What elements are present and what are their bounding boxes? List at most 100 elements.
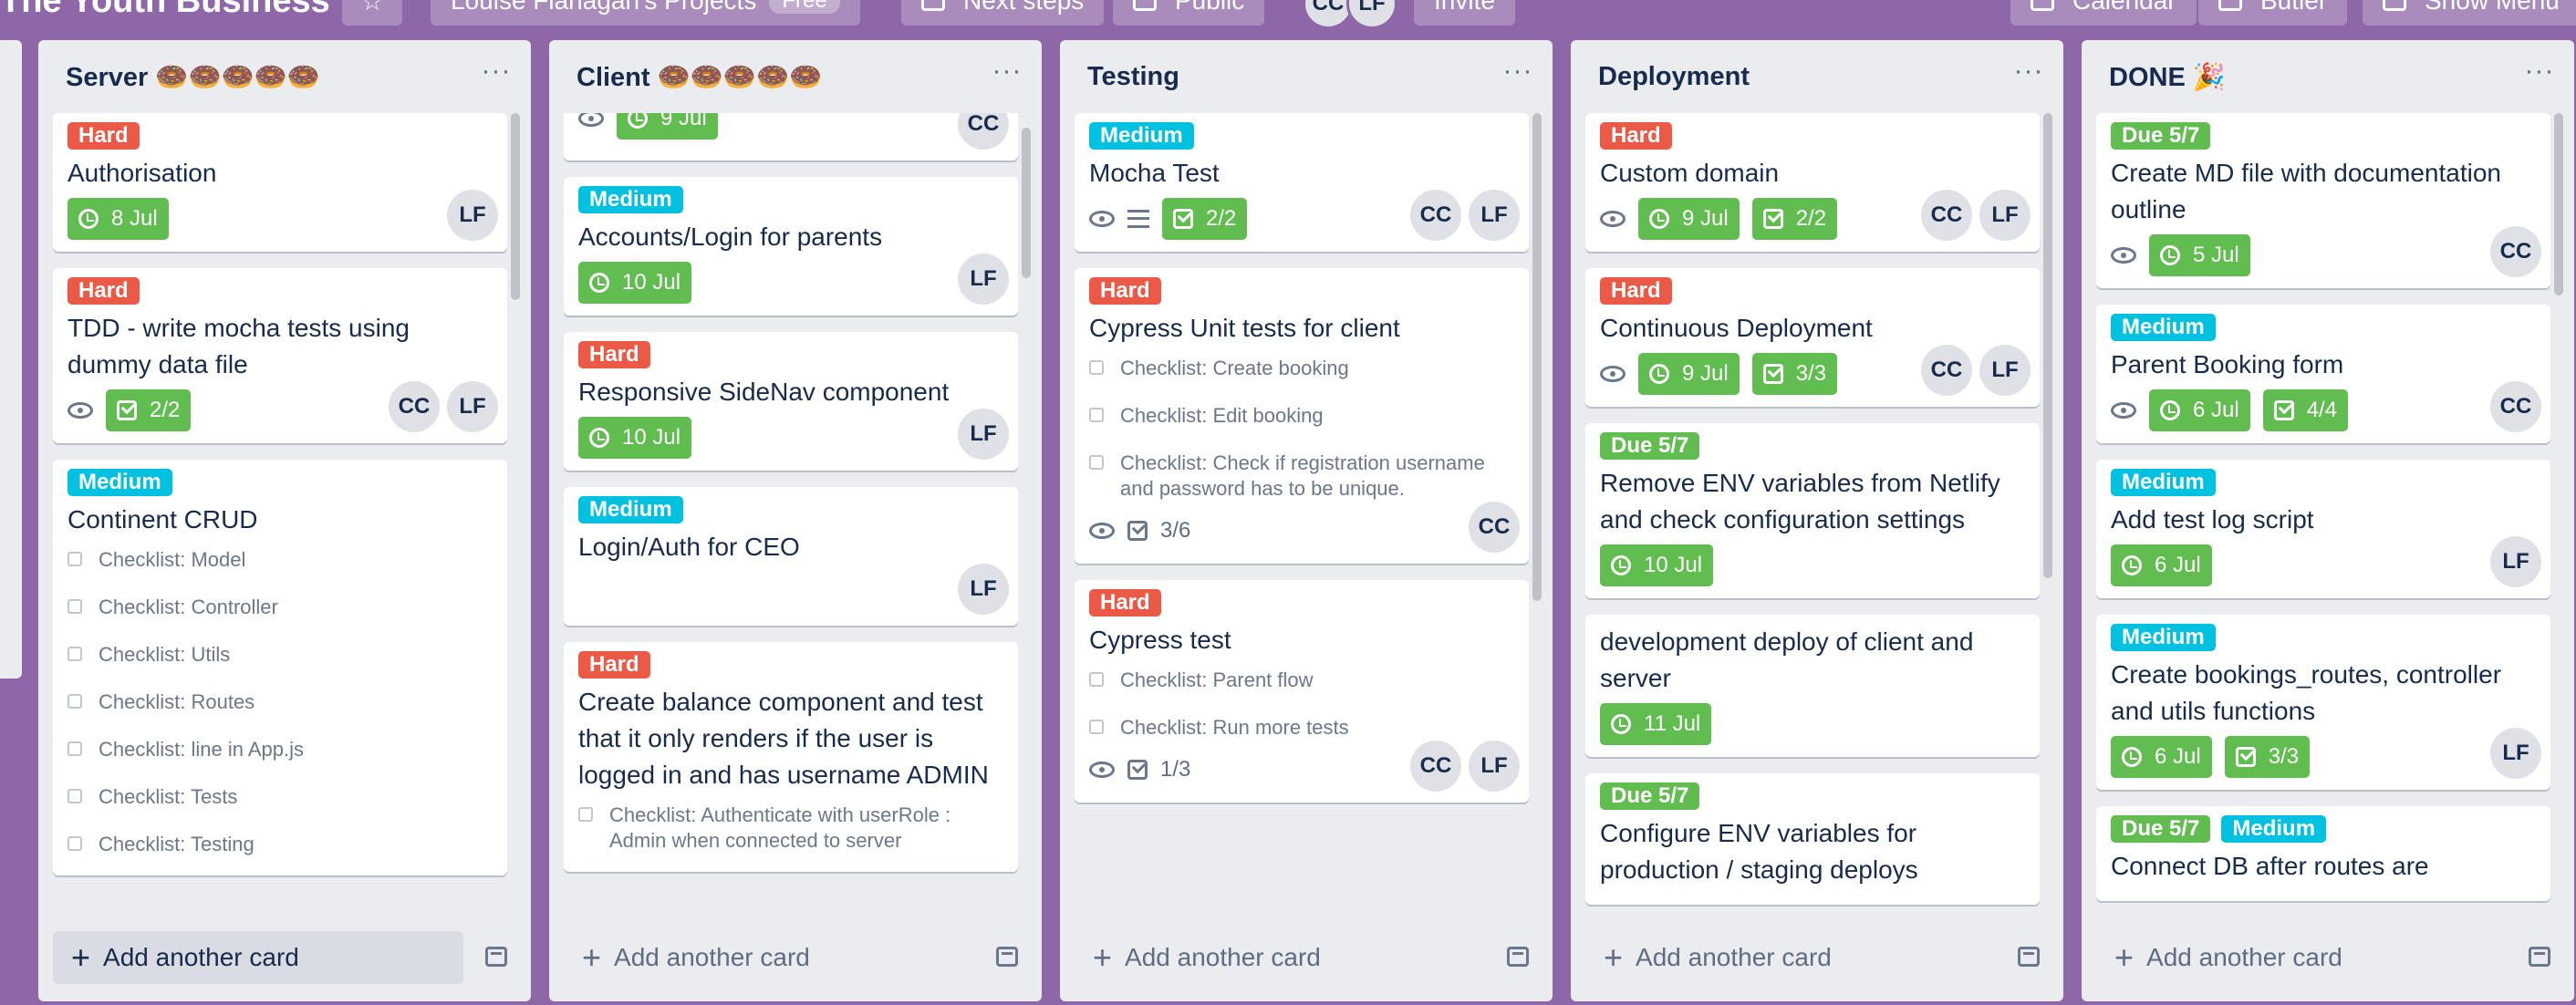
checkbox-icon[interactable] [1089, 720, 1104, 734]
due-date-badge[interactable]: 6 Jul [2149, 389, 2250, 431]
card[interactable]: Hard Responsive SideNav component 10 Jul LF [564, 332, 1018, 471]
scrollbar[interactable] [1020, 113, 1031, 965]
avatar-lf[interactable]: LF [447, 381, 498, 432]
card-template-icon[interactable] [2529, 947, 2550, 967]
avatar-cc[interactable]: CC [1410, 741, 1461, 792]
checkbox-icon[interactable] [1089, 408, 1104, 422]
checklist-item[interactable]: Checklist: Routes [68, 689, 493, 715]
checklist-item[interactable]: Checklist: Testing [68, 832, 493, 857]
checkbox-icon[interactable] [68, 552, 82, 566]
label-due[interactable]: Due 5/7 [2111, 122, 2211, 150]
label-hard[interactable]: Hard [578, 341, 650, 368]
label-hard[interactable]: Hard [1600, 277, 1672, 305]
label-hard[interactable]: Hard [1089, 589, 1161, 616]
card-template-icon[interactable] [2018, 947, 2040, 967]
avatar-cc[interactable]: CC [958, 113, 1009, 150]
list-menu-icon[interactable]: ··· [989, 57, 1025, 93]
card[interactable]: Due 5/7 Remove ENV variables from Netlify… [1585, 423, 2040, 598]
avatar-lf[interactable]: LF [2490, 728, 2541, 779]
label-medium[interactable]: Medium [2111, 624, 2216, 651]
avatar-lf[interactable]: LF [447, 190, 498, 241]
list-header[interactable]: Server 🍩🍩🍩🍩🍩 ··· [38, 40, 531, 113]
checklist-item[interactable]: Checklist: Utils [68, 642, 493, 668]
list-title[interactable]: Server 🍩🍩🍩🍩🍩 [66, 62, 320, 93]
checkbox-icon[interactable] [68, 694, 82, 709]
scrollbar-thumb[interactable] [1532, 113, 1542, 601]
avatar-cc[interactable]: CC [1921, 345, 1972, 396]
list-header[interactable]: DONE 🎉 ··· [2082, 40, 2574, 113]
checklist-item[interactable]: Checklist: Authenticate with userRole : … [578, 803, 1003, 854]
list-header[interactable]: Deployment ··· [1571, 40, 2063, 113]
avatar-cc[interactable]: CC [1469, 502, 1520, 553]
header-avatar-lf[interactable]: LF [1346, 0, 1397, 27]
card[interactable]: development deploy of client and server 1… [1585, 615, 2040, 757]
checklist-item[interactable]: Checklist: Model [68, 547, 493, 573]
avatar-lf[interactable]: LF [958, 409, 1009, 460]
card[interactable]: Medium Add test log script 6 Jul LF [2096, 460, 2550, 598]
label-medium[interactable]: Medium [68, 469, 172, 496]
due-date-badge[interactable]: 8 Jul [68, 198, 169, 240]
card[interactable]: Hard TDD - write mocha tests using dummy … [53, 268, 507, 443]
checklist-item[interactable]: Checklist: Parent flow [1089, 668, 1514, 693]
card[interactable]: Medium Create bookings_routes, controller… [2096, 615, 2550, 790]
due-date-badge[interactable]: 9 Jul [1638, 353, 1740, 395]
butler-button[interactable]: Butler [2198, 0, 2348, 26]
card[interactable]: Medium Parent Booking form 6 Jul 4/4 CC [2096, 305, 2550, 443]
card[interactable]: Medium Accounts/Login for parents 10 Jul LF [564, 177, 1018, 316]
show-menu-button[interactable]: Show Menu [2363, 0, 2576, 26]
scrollbar[interactable] [2552, 113, 2563, 965]
label-due[interactable]: Due 5/7 [1600, 432, 1700, 460]
label-medium[interactable]: Medium [2221, 815, 2327, 843]
label-due[interactable]: Due 5/7 [2111, 815, 2211, 843]
avatar-cc[interactable]: CC [389, 381, 440, 432]
checkbox-icon[interactable] [68, 599, 82, 614]
checkbox-icon[interactable] [578, 807, 593, 822]
workspace-button[interactable]: Louise Flanagan's Projects Free [431, 0, 860, 26]
avatar-lf[interactable]: LF [958, 254, 1009, 305]
checkbox-icon[interactable] [1089, 672, 1104, 687]
due-date-badge[interactable]: 9 Jul [617, 113, 718, 140]
card[interactable]: Medium Mocha Test 2/2 CC LF [1075, 113, 1529, 252]
list-header[interactable]: Client 🍩🍩🍩🍩🍩 ··· [549, 40, 1042, 113]
avatar-cc[interactable]: CC [2490, 226, 2541, 277]
avatar-cc[interactable]: CC [1921, 190, 1972, 241]
list-menu-icon[interactable]: ··· [478, 57, 514, 93]
avatar-lf[interactable]: LF [958, 564, 1009, 615]
card[interactable]: Hard Cypress test Checklist: Parent flow Ch… [1075, 580, 1529, 803]
list-menu-icon[interactable]: ··· [2010, 57, 2047, 93]
avatar-lf[interactable]: LF [1979, 345, 2031, 396]
card[interactable]: Hard Authorisation 8 Jul LF [53, 113, 507, 252]
scrollbar-thumb[interactable] [1022, 128, 1031, 278]
board-title[interactable]: The Youth Business [0, 0, 330, 21]
scrollbar[interactable] [1531, 113, 1542, 965]
due-date-badge[interactable]: 10 Jul [578, 417, 692, 459]
add-card-button[interactable]: + Add another card [1075, 931, 1485, 984]
checklist-item[interactable]: Checklist: Tests [68, 784, 493, 810]
card[interactable]: Due 5/7 Configure ENV variables for produ… [1585, 773, 2040, 905]
card[interactable]: Due 5/7 Create MD file with documentation… [2096, 113, 2550, 288]
card-template-icon[interactable] [996, 947, 1018, 967]
checkbox-icon[interactable] [68, 836, 82, 851]
due-date-badge[interactable]: 11 Jul [1600, 703, 1712, 745]
card[interactable]: Hard Cypress Unit tests for client Checkli… [1075, 268, 1529, 564]
checklist-item[interactable]: Checklist: Check if registration usernam… [1089, 451, 1514, 502]
checklist-item[interactable]: Checklist: Run more tests [1089, 715, 1514, 741]
label-medium[interactable]: Medium [1089, 122, 1194, 150]
checklist-item[interactable]: Checklist: Controller [68, 595, 493, 620]
card[interactable]: Due 5/7 Medium Connect DB after routes are [2096, 806, 2550, 901]
calendar-button[interactable]: Calendar [2010, 0, 2197, 26]
list-header[interactable]: Testing ··· [1060, 40, 1553, 113]
invite-button[interactable]: Invite [1414, 0, 1515, 26]
label-medium[interactable]: Medium [2111, 314, 2216, 341]
scrollbar-thumb[interactable] [2043, 113, 2052, 578]
list-menu-icon[interactable]: ··· [2521, 57, 2558, 93]
list-title[interactable]: DONE 🎉 [2109, 62, 2226, 93]
checklist-item[interactable]: Checklist: Create booking [1089, 356, 1514, 381]
due-date-badge[interactable]: 6 Jul [2111, 736, 2212, 778]
scrollbar[interactable] [509, 113, 520, 965]
scrollbar-thumb[interactable] [511, 113, 520, 300]
due-date-badge[interactable]: 6 Jul [2111, 544, 2212, 586]
list-menu-icon[interactable]: ··· [1500, 57, 1536, 93]
checkbox-icon[interactable] [68, 647, 82, 661]
list-title[interactable]: Testing [1087, 62, 1179, 92]
